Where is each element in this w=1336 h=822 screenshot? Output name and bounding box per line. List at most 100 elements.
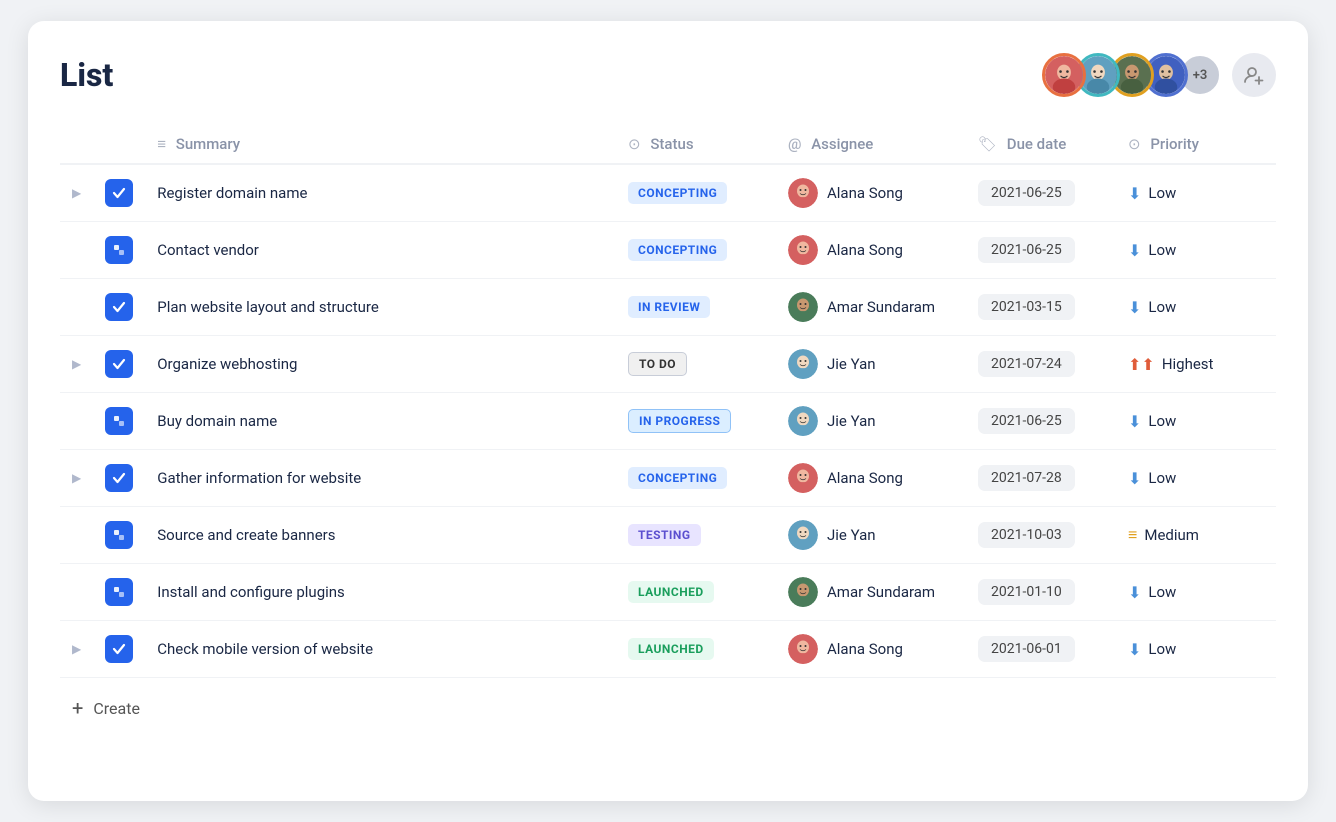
table-row[interactable]: Buy domain name IN PROGRESS Jie Yan 2021-… — [60, 393, 1276, 450]
task-icon-check — [105, 179, 133, 207]
row-expand[interactable]: ▶ — [60, 164, 93, 222]
priority-cell: ⬇ Low — [1116, 564, 1276, 621]
task-name-cell: Buy domain name — [145, 393, 616, 450]
row-expand — [60, 564, 93, 621]
priority-cell: ≡ Medium — [1116, 507, 1276, 564]
priority-low-icon: ⬇ — [1128, 298, 1141, 317]
task-name-cell: Install and configure plugins — [145, 564, 616, 621]
priority-label: Low — [1148, 241, 1176, 259]
task-table: ≡ Summary ⊙ Status @ Assignee 🏷 Due date… — [60, 125, 1276, 678]
assignee-avatar — [788, 178, 818, 208]
priority-icon-header: ⊙ — [1128, 135, 1141, 153]
priority-label: Low — [1148, 469, 1176, 487]
status-cell: LAUNCHED — [616, 564, 776, 621]
due-date-cell: 2021-06-25 — [966, 222, 1116, 279]
status-cell: IN PROGRESS — [616, 393, 776, 450]
task-icon-sub — [105, 578, 133, 606]
table-row[interactable]: Contact vendorCONCEPTING Alana Song 2021… — [60, 222, 1276, 279]
due-date-cell: 2021-06-25 — [966, 164, 1116, 222]
status-badge: CONCEPTING — [628, 467, 727, 489]
task-name: Install and configure plugins — [157, 583, 345, 601]
assignee-name: Jie Yan — [827, 412, 876, 430]
table-row[interactable]: Plan website layout and structureIN REVI… — [60, 279, 1276, 336]
assignee-cell: Jie Yan — [776, 336, 966, 393]
row-expand — [60, 279, 93, 336]
row-expand[interactable]: ▶ — [60, 450, 93, 507]
task-icon-sub — [105, 521, 133, 549]
row-expand[interactable]: ▶ — [60, 621, 93, 678]
priority-low-icon: ⬇ — [1128, 184, 1141, 203]
due-date-badge: 2021-07-28 — [978, 465, 1075, 491]
task-name-cell: Check mobile version of website — [145, 621, 616, 678]
priority-low-icon: ⬇ — [1128, 469, 1141, 488]
assignee-icon: @ — [788, 135, 801, 153]
task-name-cell: Contact vendor — [145, 222, 616, 279]
priority-cell: ⬇ Low — [1116, 164, 1276, 222]
priority-low-icon: ⬇ — [1128, 412, 1141, 431]
assignee-cell: Alana Song — [776, 164, 966, 222]
col-icon — [93, 125, 145, 164]
priority-low-icon: ⬇ — [1128, 583, 1141, 602]
col-due-date-label: Due date — [1007, 135, 1066, 153]
status-cell: CONCEPTING — [616, 222, 776, 279]
avatar-1[interactable] — [1042, 53, 1086, 97]
due-date-cell: 2021-07-24 — [966, 336, 1116, 393]
task-name-cell: Source and create banners — [145, 507, 616, 564]
row-expand — [60, 507, 93, 564]
assignee-avatar — [788, 349, 818, 379]
task-name: Gather information for website — [157, 469, 361, 487]
row-icon-cell — [93, 450, 145, 507]
assignee-name: Jie Yan — [827, 526, 876, 544]
assignee-name: Amar Sundaram — [827, 298, 935, 316]
priority-low-icon: ⬇ — [1128, 241, 1141, 260]
assignee-avatar — [788, 577, 818, 607]
assignee-cell: Amar Sundaram — [776, 279, 966, 336]
priority-label: Low — [1148, 640, 1176, 658]
row-icon-cell — [93, 164, 145, 222]
row-icon-cell — [93, 564, 145, 621]
assignee-avatar — [788, 463, 818, 493]
table-row[interactable]: ▶ Organize webhostingTO DO Jie Yan 2021-… — [60, 336, 1276, 393]
col-summary-label: Summary — [176, 135, 240, 153]
table-row[interactable]: Source and create banners TESTING Jie Yan… — [60, 507, 1276, 564]
row-icon-cell — [93, 279, 145, 336]
priority-medium-icon: ≡ — [1128, 525, 1137, 545]
status-cell: TO DO — [616, 336, 776, 393]
due-date-badge: 2021-06-25 — [978, 180, 1075, 206]
priority-label: Low — [1148, 412, 1176, 430]
col-priority: ⊙ Priority — [1116, 125, 1276, 164]
col-summary: ≡ Summary — [145, 125, 616, 164]
main-card: List — [28, 21, 1308, 801]
due-date-cell: 2021-03-15 — [966, 279, 1116, 336]
status-badge: TESTING — [628, 524, 701, 546]
due-date-badge: 2021-07-24 — [978, 351, 1075, 377]
create-row[interactable]: + Create — [60, 678, 1276, 720]
assignee-name: Alana Song — [827, 469, 903, 487]
due-date-cell: 2021-06-25 — [966, 393, 1116, 450]
header-right: +3 — [1042, 53, 1276, 97]
priority-cell: ⬇ Low — [1116, 621, 1276, 678]
add-member-button[interactable] — [1232, 53, 1276, 97]
due-date-badge: 2021-01-10 — [978, 579, 1075, 605]
row-expand[interactable]: ▶ — [60, 336, 93, 393]
assignee-cell: Alana Song — [776, 450, 966, 507]
table-row[interactable]: ▶ Check mobile version of websiteLAUNCHE… — [60, 621, 1276, 678]
table-row[interactable]: ▶ Register domain nameCONCEPTING Alana S… — [60, 164, 1276, 222]
table-row[interactable]: ▶ Gather information for website CONCEPTI… — [60, 450, 1276, 507]
table-row[interactable]: Install and configure plugins LAUNCHED Am… — [60, 564, 1276, 621]
task-name: Source and create banners — [157, 526, 335, 544]
priority-cell: ⬇ Low — [1116, 393, 1276, 450]
assignee-cell: Alana Song — [776, 222, 966, 279]
summary-icon: ≡ — [157, 135, 166, 153]
task-name: Buy domain name — [157, 412, 277, 430]
due-date-badge: 2021-03-15 — [978, 294, 1075, 320]
assignee-cell: Amar Sundaram — [776, 564, 966, 621]
due-date-cell: 2021-01-10 — [966, 564, 1116, 621]
status-cell: TESTING — [616, 507, 776, 564]
assignee-name: Amar Sundaram — [827, 583, 935, 601]
header: List — [60, 53, 1276, 97]
assignee-name: Alana Song — [827, 184, 903, 202]
assignee-cell: Alana Song — [776, 621, 966, 678]
priority-label: Low — [1148, 184, 1176, 202]
assignee-name: Alana Song — [827, 241, 903, 259]
